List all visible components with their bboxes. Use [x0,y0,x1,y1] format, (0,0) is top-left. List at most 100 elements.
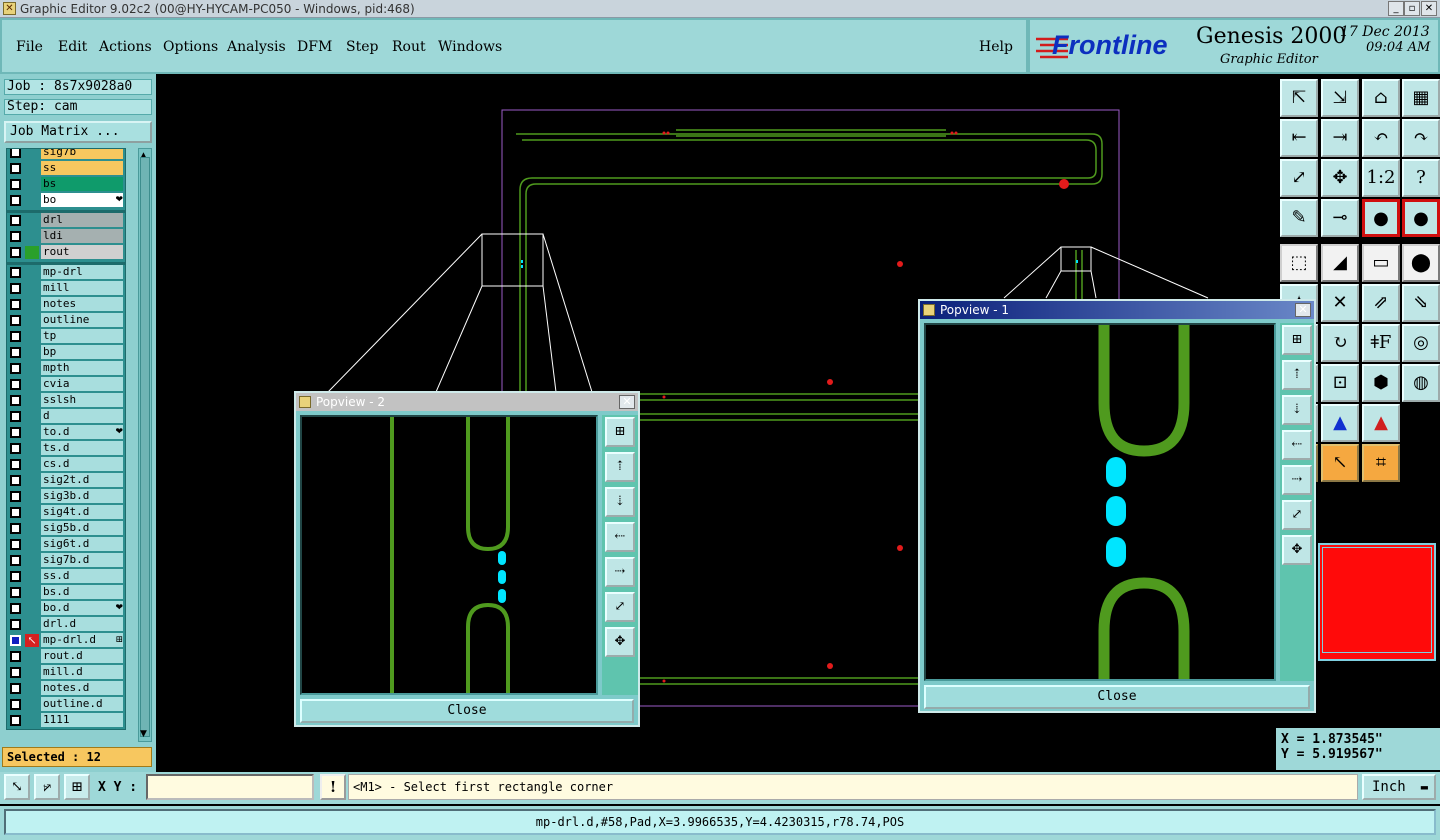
layer-name[interactable]: drl [41,213,123,227]
popview-1-view[interactable] [924,323,1276,681]
popview-1-close-icon[interactable]: ✕ [1295,303,1311,317]
close-window-button[interactable]: ✕ [1421,1,1437,16]
select-icon[interactable]: ⬚ [1280,244,1318,282]
layer-visibility-checkbox[interactable] [10,619,21,630]
layer-name[interactable]: mp-drl [41,265,123,279]
layer-color-swatch[interactable] [25,426,39,439]
layer-visibility-checkbox[interactable] [10,491,21,502]
menu-edit[interactable]: Edit [58,39,87,55]
layer-color-swatch[interactable] [25,362,39,375]
layer-row[interactable]: outline [7,313,125,328]
layer-row[interactable]: sig6t.d [7,537,125,552]
layer-visibility-checkbox[interactable] [10,379,21,390]
menu-analysis[interactable]: Analysis [227,39,286,55]
layer-name[interactable]: d [41,409,123,423]
layer-row[interactable]: sig5b.d [7,521,125,536]
undo-zoom-icon[interactable]: ↶ [1362,119,1400,157]
layer-row[interactable]: sig2t.d [7,473,125,488]
layer-row[interactable]: bo.d ❤ [7,601,125,616]
layer-color-swatch[interactable] [25,538,39,551]
popview-2-close-icon[interactable]: ✕ [619,395,635,409]
layer-color-swatch[interactable] [25,230,39,243]
layer-visibility-checkbox[interactable] [10,475,21,486]
layer-color-swatch[interactable] [25,394,39,407]
layer-visibility-checkbox[interactable] [10,427,21,438]
layer-color-swatch[interactable] [25,246,39,259]
popup-fit-icon[interactable]: ⤢ [1282,500,1312,530]
layer-color-swatch[interactable] [25,506,39,519]
layer-name[interactable]: bo [41,193,123,207]
layer-name[interactable]: outline [41,313,123,327]
layer-visibility-checkbox[interactable] [10,149,21,158]
layer-color-swatch[interactable] [25,698,39,711]
layer-color-swatch[interactable] [25,178,39,191]
layer-row[interactable]: sig7b.d [7,553,125,568]
layer-visibility-checkbox[interactable] [10,411,21,422]
layer-visibility-checkbox[interactable] [10,179,21,190]
layer-row[interactable]: 1111 [7,713,125,728]
layer-name[interactable]: mill [41,281,123,295]
polygon-icon[interactable]: ◢ [1321,244,1359,282]
layer-name[interactable]: bo.d [41,601,123,615]
popview-2-close-button[interactable]: Close [300,699,634,723]
layer-color-swatch[interactable] [25,570,39,583]
pan-right-icon[interactable]: ⇥ [1321,119,1359,157]
popup-left-icon[interactable]: ⇠ [605,522,635,552]
popup-zoom-icon[interactable]: ⊞ [1282,325,1312,355]
layer-color-swatch[interactable] [25,666,39,679]
layer-row[interactable]: ldi [7,229,125,244]
layer-visibility-checkbox[interactable] [10,571,21,582]
layer-visibility-checkbox[interactable] [10,283,21,294]
layer-name[interactable]: sig6t.d [41,537,123,551]
layer-name[interactable]: sig7b [41,149,123,159]
measure-icon[interactable]: ⦬ [34,774,60,800]
layer-visibility-checkbox[interactable] [10,331,21,342]
zoom-out-icon[interactable]: ⇲ [1321,79,1359,117]
ruler-icon[interactable]: ▭ [1362,244,1400,282]
layer-color-swatch[interactable] [25,298,39,311]
layer-visibility-checkbox[interactable] [10,555,21,566]
scroll-down-icon[interactable]: ▼ [140,729,150,739]
layer-row[interactable]: outline.d [7,697,125,712]
layer-row[interactable]: ss.d [7,569,125,584]
layer-row[interactable]: drl [7,213,125,228]
net-icon[interactable]: ⌗ [1362,444,1400,482]
layer-visibility-checkbox[interactable] [10,683,21,694]
zoom-in-icon[interactable]: ⇱ [1280,79,1318,117]
help-icon[interactable]: ? [1402,159,1440,197]
layer-color-swatch[interactable] [25,214,39,227]
layer-color-swatch[interactable] [25,554,39,567]
fit-icon[interactable]: ⤢ [1280,159,1318,197]
pointer-alt-icon[interactable]: ↖ [1321,444,1359,482]
popup-right-icon[interactable]: ⇢ [605,557,635,587]
layer-color-swatch[interactable] [25,602,39,615]
popup-up-icon[interactable]: ⇡ [1282,360,1312,390]
pad-icon[interactable]: ⬤ [1402,244,1440,282]
measure-icon[interactable]: ⊡ [1321,364,1359,402]
layer-visibility-checkbox[interactable] [10,163,21,174]
layer-row[interactable]: bs [7,177,125,192]
layer-row[interactable]: notes [7,297,125,312]
move-icon[interactable]: ⇗ [1362,284,1400,322]
menu-help[interactable]: Help [979,39,1013,55]
layer-scrollbar[interactable]: ▲ ▼ [138,148,152,742]
popup-zoom-icon[interactable]: ⊞ [605,417,635,447]
layer-visibility-checkbox[interactable] [10,699,21,710]
layer-visibility-checkbox[interactable] [10,715,21,726]
layer-row[interactable]: bp [7,345,125,360]
popup-down-icon[interactable]: ⇣ [1282,395,1312,425]
menu-step[interactable]: Step [346,39,378,55]
layer-name[interactable]: ldi [41,229,123,243]
popview-2-view[interactable] [300,415,598,695]
layer-color-swatch[interactable] [25,618,39,631]
layer-row[interactable]: mill [7,281,125,296]
work-layer-arrow-icon[interactable]: ↖ [25,634,39,647]
menu-windows[interactable]: Windows [438,39,502,55]
layer-visibility-checkbox[interactable] [10,507,21,518]
layer-color-swatch[interactable] [25,682,39,695]
layer-row[interactable]: ss [7,161,125,176]
one-to-one-icon[interactable]: 1:2 [1362,159,1400,197]
layer-row[interactable]: mp-drl [7,265,125,280]
pan-left-icon[interactable]: ⇤ [1280,119,1318,157]
layer-color-swatch[interactable] [25,490,39,503]
